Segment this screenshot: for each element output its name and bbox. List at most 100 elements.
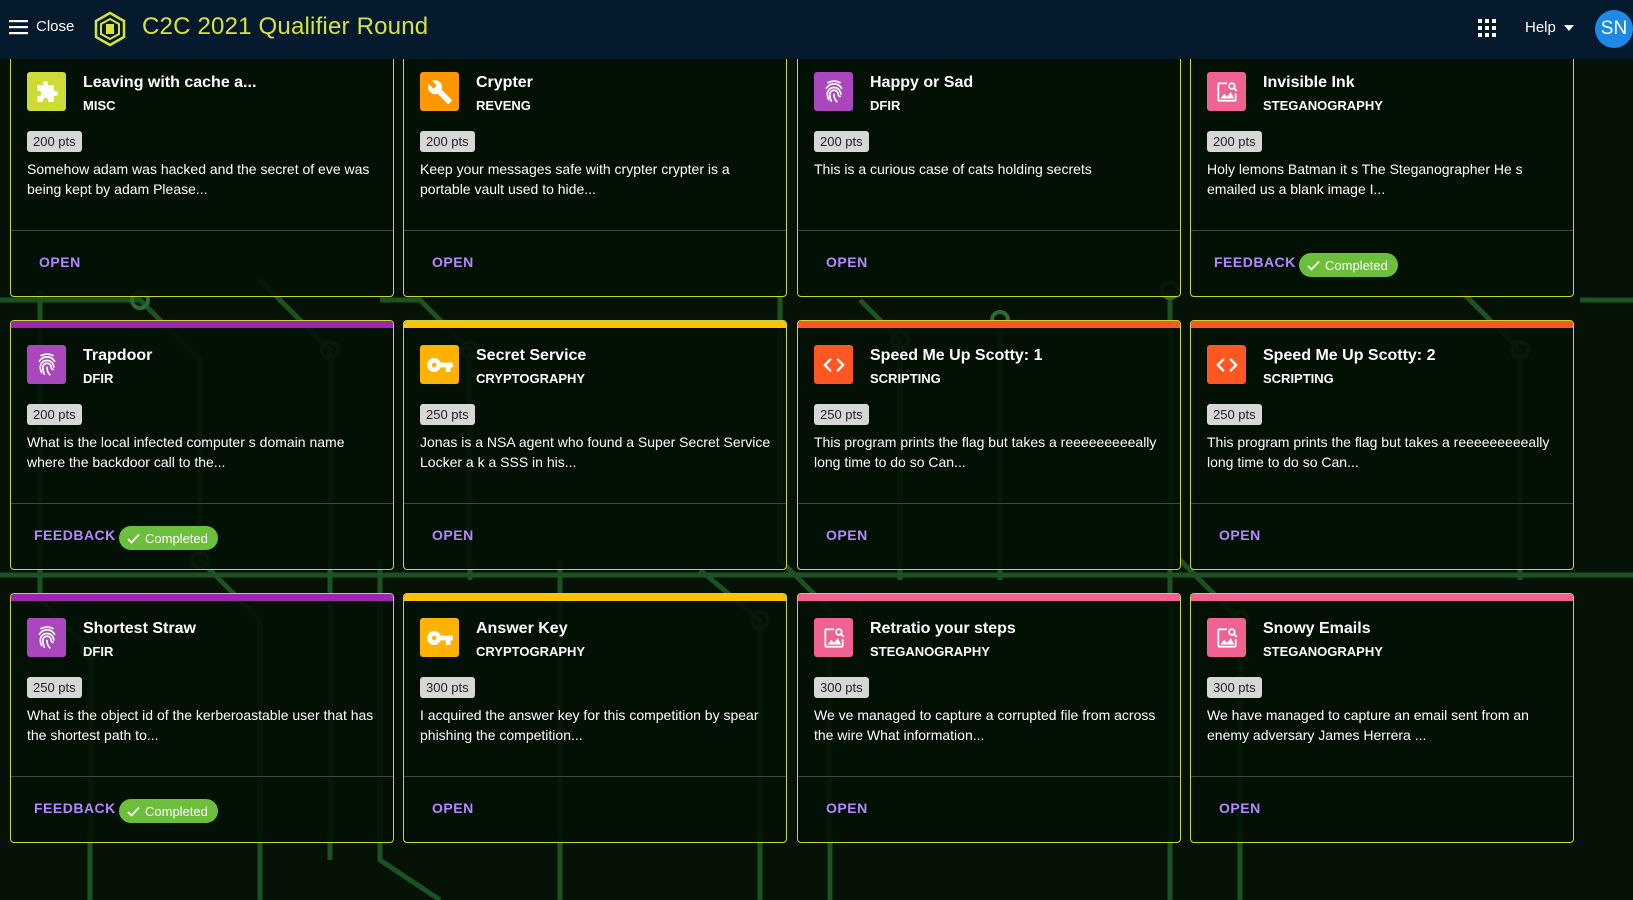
challenge-card[interactable]: Secret Service CRYPTOGRAPHY 250 pts Jonas i… [403, 320, 787, 570]
open-button[interactable]: OPEN [826, 254, 868, 270]
event-logo-icon [94, 11, 126, 47]
challenge-category: CRYPTOGRAPHY [476, 371, 586, 386]
challenge-title: Invisible Ink [1263, 74, 1355, 91]
challenge-card[interactable]: Speed Me Up Scotty: 2 SCRIPTING 250 pts Thi… [1190, 320, 1574, 570]
puzzle-icon [27, 72, 66, 111]
feedback-button[interactable]: FEEDBACK [1214, 254, 1296, 270]
challenge-card[interactable]: Trapdoor DFIR 200 pts What is the local inf… [10, 320, 394, 570]
card-divider [1191, 230, 1573, 231]
check-icon [1307, 260, 1320, 271]
open-button[interactable]: OPEN [39, 254, 81, 270]
card-divider [798, 503, 1180, 504]
challenge-description: What is the object id of the kerberoasta… [27, 707, 374, 743]
challenge-category: STEGANOGRAPHY [870, 644, 990, 659]
wrench-icon [420, 72, 459, 111]
hamburger-menu-icon [9, 19, 28, 34]
close-menu-button[interactable]: Close [9, 18, 74, 35]
challenge-title: Crypter [476, 74, 533, 91]
points-badge: 250 pts [1207, 404, 1262, 425]
challenge-title: Snowy Emails [1263, 620, 1371, 637]
challenge-category: REVENG [476, 98, 531, 113]
category-accent-bar [798, 594, 1180, 601]
check-icon [127, 806, 140, 817]
key-icon [420, 345, 459, 384]
points-badge: 300 pts [420, 677, 475, 698]
challenge-category: DFIR [83, 644, 114, 659]
category-accent-bar [404, 321, 786, 328]
feedback-button[interactable]: FEEDBACK [34, 527, 116, 543]
caret-down-icon [1563, 24, 1574, 31]
category-accent-bar [11, 321, 393, 328]
help-menu-button[interactable]: Help [1525, 19, 1574, 36]
help-label: Help [1525, 19, 1556, 36]
open-button[interactable]: OPEN [1219, 527, 1261, 543]
page-title: C2C 2021 Qualifier Round [142, 13, 429, 40]
challenge-title: Shortest Straw [83, 620, 196, 637]
completed-label: Completed [145, 803, 208, 819]
completed-label: Completed [1325, 257, 1388, 273]
challenge-card[interactable]: Answer Key CRYPTOGRAPHY 300 pts I acquired … [403, 593, 787, 843]
top-app-bar: Close C2C 2021 Qualifier Round Help SN [0, 0, 1633, 59]
challenge-card[interactable]: Crypter REVENG 200 pts Keep your messages s… [403, 47, 787, 297]
challenge-description: I acquired the answer key for this compe… [420, 707, 759, 743]
open-button[interactable]: OPEN [432, 254, 474, 270]
challenge-category: CRYPTOGRAPHY [476, 644, 586, 659]
open-button[interactable]: OPEN [432, 800, 474, 816]
challenge-category: STEGANOGRAPHY [1263, 98, 1383, 113]
challenge-description: Keep your messages safe with crypter cry… [420, 161, 730, 197]
category-accent-bar [1191, 594, 1573, 601]
open-button[interactable]: OPEN [826, 800, 868, 816]
apps-grid-icon[interactable] [1478, 19, 1496, 37]
card-divider [798, 776, 1180, 777]
challenge-title: Speed Me Up Scotty: 1 [870, 347, 1043, 364]
points-badge: 250 pts [27, 677, 82, 698]
challenge-category: SCRIPTING [1263, 371, 1334, 386]
challenge-category: MISC [83, 98, 116, 113]
points-badge: 250 pts [420, 404, 475, 425]
challenge-title: Trapdoor [83, 347, 153, 364]
image-search-icon [1207, 72, 1246, 111]
open-button[interactable]: OPEN [826, 527, 868, 543]
open-button[interactable]: OPEN [432, 527, 474, 543]
user-avatar[interactable]: SN [1595, 10, 1633, 48]
completed-badge: Completed [119, 799, 218, 823]
card-divider [1191, 776, 1573, 777]
points-badge: 200 pts [27, 404, 82, 425]
points-badge: 250 pts [814, 404, 869, 425]
fingerprint-icon [814, 72, 853, 111]
challenge-category: SCRIPTING [870, 371, 941, 386]
challenge-title: Secret Service [476, 347, 587, 364]
challenge-description: What is the local infected computer s do… [27, 434, 345, 470]
points-badge: 300 pts [814, 677, 869, 698]
challenge-card[interactable]: Invisible Ink STEGANOGRAPHY 200 pts Holy le… [1190, 47, 1574, 297]
challenge-card[interactable]: Snowy Emails STEGANOGRAPHY 300 pts We have … [1190, 593, 1574, 843]
challenge-description: We ve managed to capture a corrupted fil… [814, 707, 1156, 743]
challenge-description: This program prints the flag but takes a… [1207, 434, 1550, 470]
challenge-card[interactable]: Happy or Sad DFIR 200 pts This is a curious… [797, 47, 1181, 297]
challenge-card[interactable]: Speed Me Up Scotty: 1 SCRIPTING 250 pts Thi… [797, 320, 1181, 570]
challenge-title: Happy or Sad [870, 74, 974, 91]
category-accent-bar [798, 321, 1180, 328]
open-button[interactable]: OPEN [1219, 800, 1261, 816]
card-divider [11, 776, 393, 777]
category-accent-bar [11, 594, 393, 601]
challenge-title: Speed Me Up Scotty: 2 [1263, 347, 1436, 364]
code-icon [814, 345, 853, 384]
challenge-description: Holy lemons Batman it s The Steganograph… [1207, 161, 1523, 197]
challenge-description: Jonas is a NSA agent who found a Super S… [420, 434, 771, 470]
points-badge: 300 pts [1207, 677, 1262, 698]
feedback-button[interactable]: FEEDBACK [34, 800, 116, 816]
challenge-card[interactable]: Leaving with cache a... MISC 200 pts Someho… [10, 47, 394, 297]
card-divider [1191, 503, 1573, 504]
challenge-title: Retratio your steps [870, 620, 1016, 637]
completed-label: Completed [145, 530, 208, 546]
challenge-card[interactable]: Shortest Straw DFIR 250 pts What is the obj… [10, 593, 394, 843]
image-search-icon [1207, 618, 1246, 657]
challenge-description: Somehow adam was hacked and the secret o… [27, 161, 370, 197]
challenge-category: STEGANOGRAPHY [1263, 644, 1383, 659]
check-icon [127, 533, 140, 544]
card-divider [11, 503, 393, 504]
card-divider [404, 230, 786, 231]
challenge-card[interactable]: Retratio your steps STEGANOGRAPHY 300 pts W… [797, 593, 1181, 843]
card-divider [404, 776, 786, 777]
